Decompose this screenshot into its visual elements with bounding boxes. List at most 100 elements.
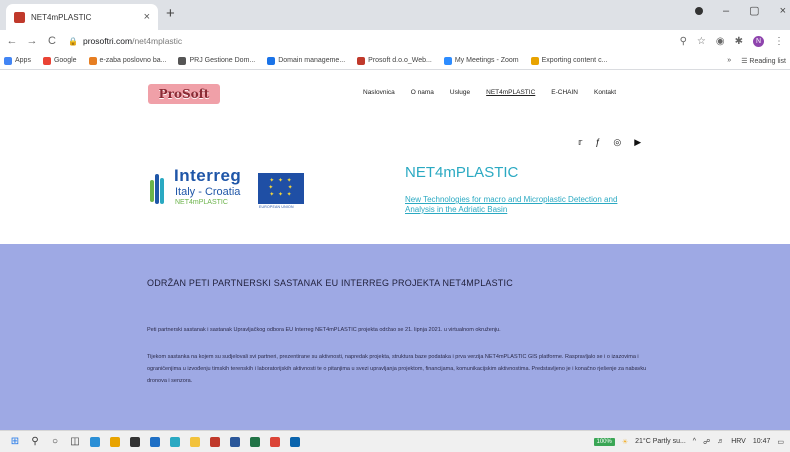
webpage: ProSoft Naslovnica O nama Usluge NET4mPLAST…	[0, 70, 790, 430]
bookmark-item[interactable]: Prosoft d.o.o_Web...	[357, 56, 432, 65]
excel-icon[interactable]	[250, 436, 260, 447]
instagram-icon[interactable]: ◎	[613, 137, 621, 148]
interreg-project-name: NET4mPLASTIC	[175, 199, 228, 206]
app-icon-blue[interactable]	[150, 436, 160, 447]
youtube-icon[interactable]: ▶	[634, 137, 641, 148]
more-bookmarks-icon[interactable]: »	[727, 57, 731, 64]
search-icon[interactable]: ⚲	[30, 436, 40, 447]
app-icon-teal[interactable]	[170, 436, 180, 447]
news-panel: ODRŽAN PETI PARTNERSKI SASTANAK EU INTER…	[0, 244, 790, 430]
bookmark-icon	[178, 56, 187, 65]
minimize-button[interactable]: –	[723, 5, 729, 17]
back-button[interactable]: ←	[4, 35, 20, 47]
file-explorer-icon[interactable]	[190, 436, 200, 447]
site-nav-item[interactable]: E-CHAIN	[551, 89, 578, 96]
address-bar[interactable]: 🔒 prosoftri.com /net4mplastic	[68, 32, 680, 50]
tab-title: NET4mPLASTIC	[31, 12, 92, 22]
new-tab-button[interactable]: +	[166, 6, 175, 22]
lock-icon[interactable]: 🔒	[68, 37, 78, 46]
eu-caption: EUROPEAN UNION	[259, 205, 294, 209]
word-icon[interactable]	[230, 436, 240, 447]
browser-icon[interactable]	[270, 436, 280, 447]
bookmark-icon	[4, 56, 12, 65]
acrobat-icon[interactable]	[210, 436, 220, 447]
bookmark-item[interactable]: e-zaba poslovno ba...	[88, 56, 167, 65]
taskbar-apps: ⊞ ⚲ ○ ◫	[0, 436, 300, 447]
chrome-icon[interactable]	[110, 436, 120, 447]
notifications-icon[interactable]: ▭	[777, 438, 784, 446]
site-nav: Naslovnica O nama Usluge NET4mPLASTIC E-CHAI…	[363, 89, 616, 96]
site-favicon-icon	[14, 11, 25, 23]
bookmark-item[interactable]: Domain manageme...	[267, 56, 346, 65]
project-title: NET4mPLASTIC	[405, 164, 519, 181]
bookmark-label: Exporting content c...	[541, 57, 608, 64]
task-view-icon[interactable]: ◫	[70, 436, 80, 447]
url-path: /net4mplastic	[132, 36, 183, 46]
reload-button[interactable]: C	[44, 35, 60, 47]
bookmark-item[interactable]: PRJ Gestione Dom...	[178, 56, 255, 65]
bookmark-icon	[88, 56, 97, 65]
bookmark-icon	[267, 56, 276, 65]
browser-toolbar: ← → C 🔒 prosoftri.com /net4mplastic ⚲ ☆ …	[0, 30, 790, 52]
outlook-icon[interactable]	[290, 436, 300, 447]
toolbar-actions: ⚲ ☆ ◉ ✱ N ⋮	[680, 35, 784, 47]
maximize-button[interactable]: ▢	[749, 4, 759, 17]
language-indicator[interactable]: HRV	[731, 438, 746, 445]
clock[interactable]: 10:47	[753, 438, 771, 445]
eu-flag-icon: ✦ ✦ ✦ ✦ ✦ ✦ ✦ ✦	[258, 173, 304, 204]
news-paragraph-1: Peti partnerski sastanak i sastanak Upra…	[147, 327, 501, 333]
site-nav-item[interactable]: NET4mPLASTIC	[486, 89, 535, 96]
facebook-icon[interactable]: ƒ	[595, 137, 600, 148]
bookmark-item[interactable]: Google	[42, 56, 77, 65]
bookmarks-bar: Apps Google e-zaba poslovno ba... PRJ Gesti…	[0, 52, 790, 70]
bookmark-icon	[443, 56, 452, 65]
interreg-word: Interreg	[174, 166, 242, 185]
extension-icon[interactable]: ◉	[716, 36, 725, 47]
browser-tab[interactable]: NET4mPLASTIC ×	[6, 4, 158, 30]
bookmark-item[interactable]: Exporting content c...	[530, 56, 608, 65]
site-nav-item[interactable]: Kontakt	[594, 89, 616, 96]
menu-icon[interactable]: ⋮	[774, 36, 784, 47]
volume-icon[interactable]: ♬	[717, 438, 724, 445]
cortana-icon[interactable]: ○	[50, 436, 60, 447]
reading-list-label: Reading list	[749, 57, 786, 65]
tray-chevron-icon[interactable]: ^	[693, 438, 696, 445]
bookmark-label: Domain manageme...	[278, 57, 346, 64]
network-icon[interactable]: ☍	[703, 438, 710, 446]
profile-avatar[interactable]: N	[753, 35, 764, 47]
bookmarks-right: » ☰ Reading list	[727, 57, 786, 65]
bookmark-label: Prosoft d.o.o_Web...	[368, 57, 432, 64]
site-nav-item[interactable]: Usluge	[450, 89, 470, 96]
system-tray: 100% ☀ 21°C Partly su... ^ ☍ ♬ HRV 10:47…	[593, 437, 790, 446]
bookmark-item[interactable]: My Meetings - Zoom	[443, 56, 519, 65]
browser-tab-bar: NET4mPLASTIC × + – ▢ ×	[0, 0, 790, 30]
store-icon[interactable]	[130, 436, 140, 447]
forward-button[interactable]: →	[24, 35, 40, 47]
bookmark-star-icon[interactable]: ☆	[697, 36, 706, 47]
bookmark-label: Apps	[15, 57, 31, 64]
close-window-button[interactable]: ×	[780, 5, 786, 17]
site-nav-item[interactable]: Naslovnica	[363, 89, 395, 96]
reading-list-button[interactable]: ☰ Reading list	[741, 57, 786, 65]
window-controls: – ▢ ×	[695, 4, 786, 17]
bookmark-label: e-zaba poslovno ba...	[99, 57, 167, 64]
zoom-icon[interactable]: ⚲	[680, 36, 687, 47]
extensions-puzzle-icon[interactable]: ✱	[735, 36, 743, 47]
edge-icon[interactable]	[90, 436, 100, 447]
news-heading: ODRŽAN PETI PARTNERSKI SASTANAK EU INTER…	[147, 278, 513, 288]
twitter-icon[interactable]: 𝕣	[578, 137, 582, 148]
bookmark-label: Google	[53, 57, 77, 64]
site-nav-item[interactable]: O nama	[411, 89, 434, 96]
interreg-bars-icon	[150, 172, 170, 206]
url-host: prosoftri.com	[82, 36, 133, 46]
windows-start-icon[interactable]: ⊞	[10, 436, 20, 447]
prosoft-logo[interactable]: ProSoft	[148, 84, 220, 104]
record-indicator-icon	[695, 6, 704, 15]
social-links: 𝕣 ƒ ◎ ▶	[578, 137, 641, 148]
close-tab-icon[interactable]: ×	[144, 11, 150, 23]
project-description-link[interactable]: New Technologies for macro and Microplas…	[405, 195, 625, 215]
battery-indicator[interactable]: 100%	[593, 437, 615, 446]
windows-taskbar: ⊞ ⚲ ○ ◫ 100% ☀ 21°C Partly su... ^ ☍ ♬ H…	[0, 430, 790, 452]
weather-text[interactable]: 21°C Partly su...	[635, 438, 686, 445]
bookmark-item[interactable]: Apps	[4, 56, 31, 65]
